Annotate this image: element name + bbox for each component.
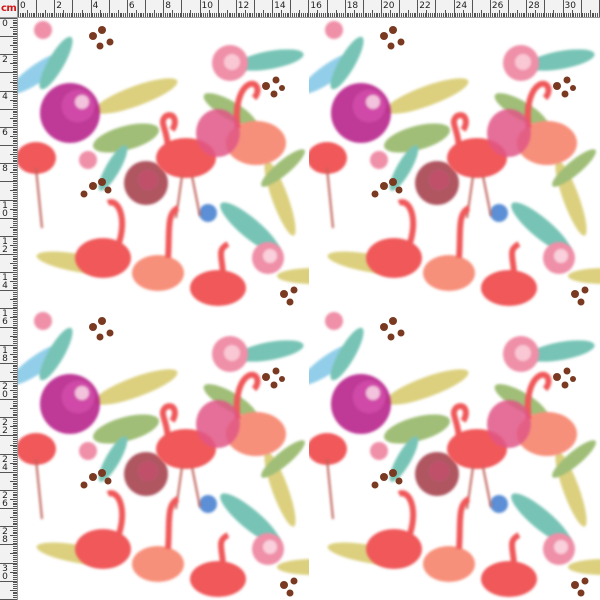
ruler-number: 12 [237, 1, 250, 11]
fabric-pattern-preview [18, 18, 600, 600]
ruler-number: 20 [383, 1, 395, 11]
ruler-number: 16 [310, 1, 322, 11]
ruler-number: 4 [2, 91, 8, 102]
vertical-ruler[interactable]: 024681012141618202224262830 [0, 18, 18, 600]
pattern-fill [18, 18, 600, 600]
ruler-number: 12 [2, 236, 8, 255]
ruler-number: 24 [2, 454, 8, 473]
ruler-number: 0 [20, 1, 26, 11]
ruler-number: 10 [201, 1, 213, 11]
ruler-number: 20 [2, 382, 8, 400]
ruler-number: 10 [2, 200, 8, 219]
ruler-number: 4 [92, 1, 99, 11]
canvas-stage: cm 0 2 4 6 8 10 12 14 16 18 20 22 24 26 28 30 024681012… [0, 0, 600, 600]
pattern-svg [18, 18, 600, 600]
unit-label: cm [1, 3, 17, 14]
ruler-number: 8 [165, 1, 171, 11]
ruler-number: 2 [56, 1, 63, 11]
ruler-number: 30 [564, 1, 576, 11]
ruler-number: 6 [2, 127, 8, 138]
horizontal-ruler[interactable]: 0 2 4 6 8 10 12 14 16 18 20 22 24 26 28 30 [18, 0, 600, 18]
ruler-number: 0 [2, 19, 8, 29]
ruler-number: 24 [455, 1, 468, 11]
ruler-number: 28 [2, 527, 8, 546]
ruler-number: 22 [2, 418, 8, 437]
ruler-number: 6 [128, 1, 135, 11]
ruler-number: 26 [491, 1, 504, 11]
ruler-number: 22 [419, 1, 431, 11]
ruler-number: 14 [274, 1, 286, 11]
ruler-number: 28 [528, 1, 540, 11]
ruler-number: 16 [2, 309, 8, 328]
ruler-number: 26 [2, 490, 8, 509]
ruler-number: 2 [2, 55, 8, 66]
ruler-number: 18 [346, 1, 359, 11]
ruler-number: 14 [2, 273, 8, 292]
ruler-number: 8 [2, 164, 8, 175]
ruler-number: 30 [2, 563, 8, 582]
unit-corner[interactable]: cm [0, 0, 18, 18]
ruler-number: 18 [2, 345, 8, 364]
